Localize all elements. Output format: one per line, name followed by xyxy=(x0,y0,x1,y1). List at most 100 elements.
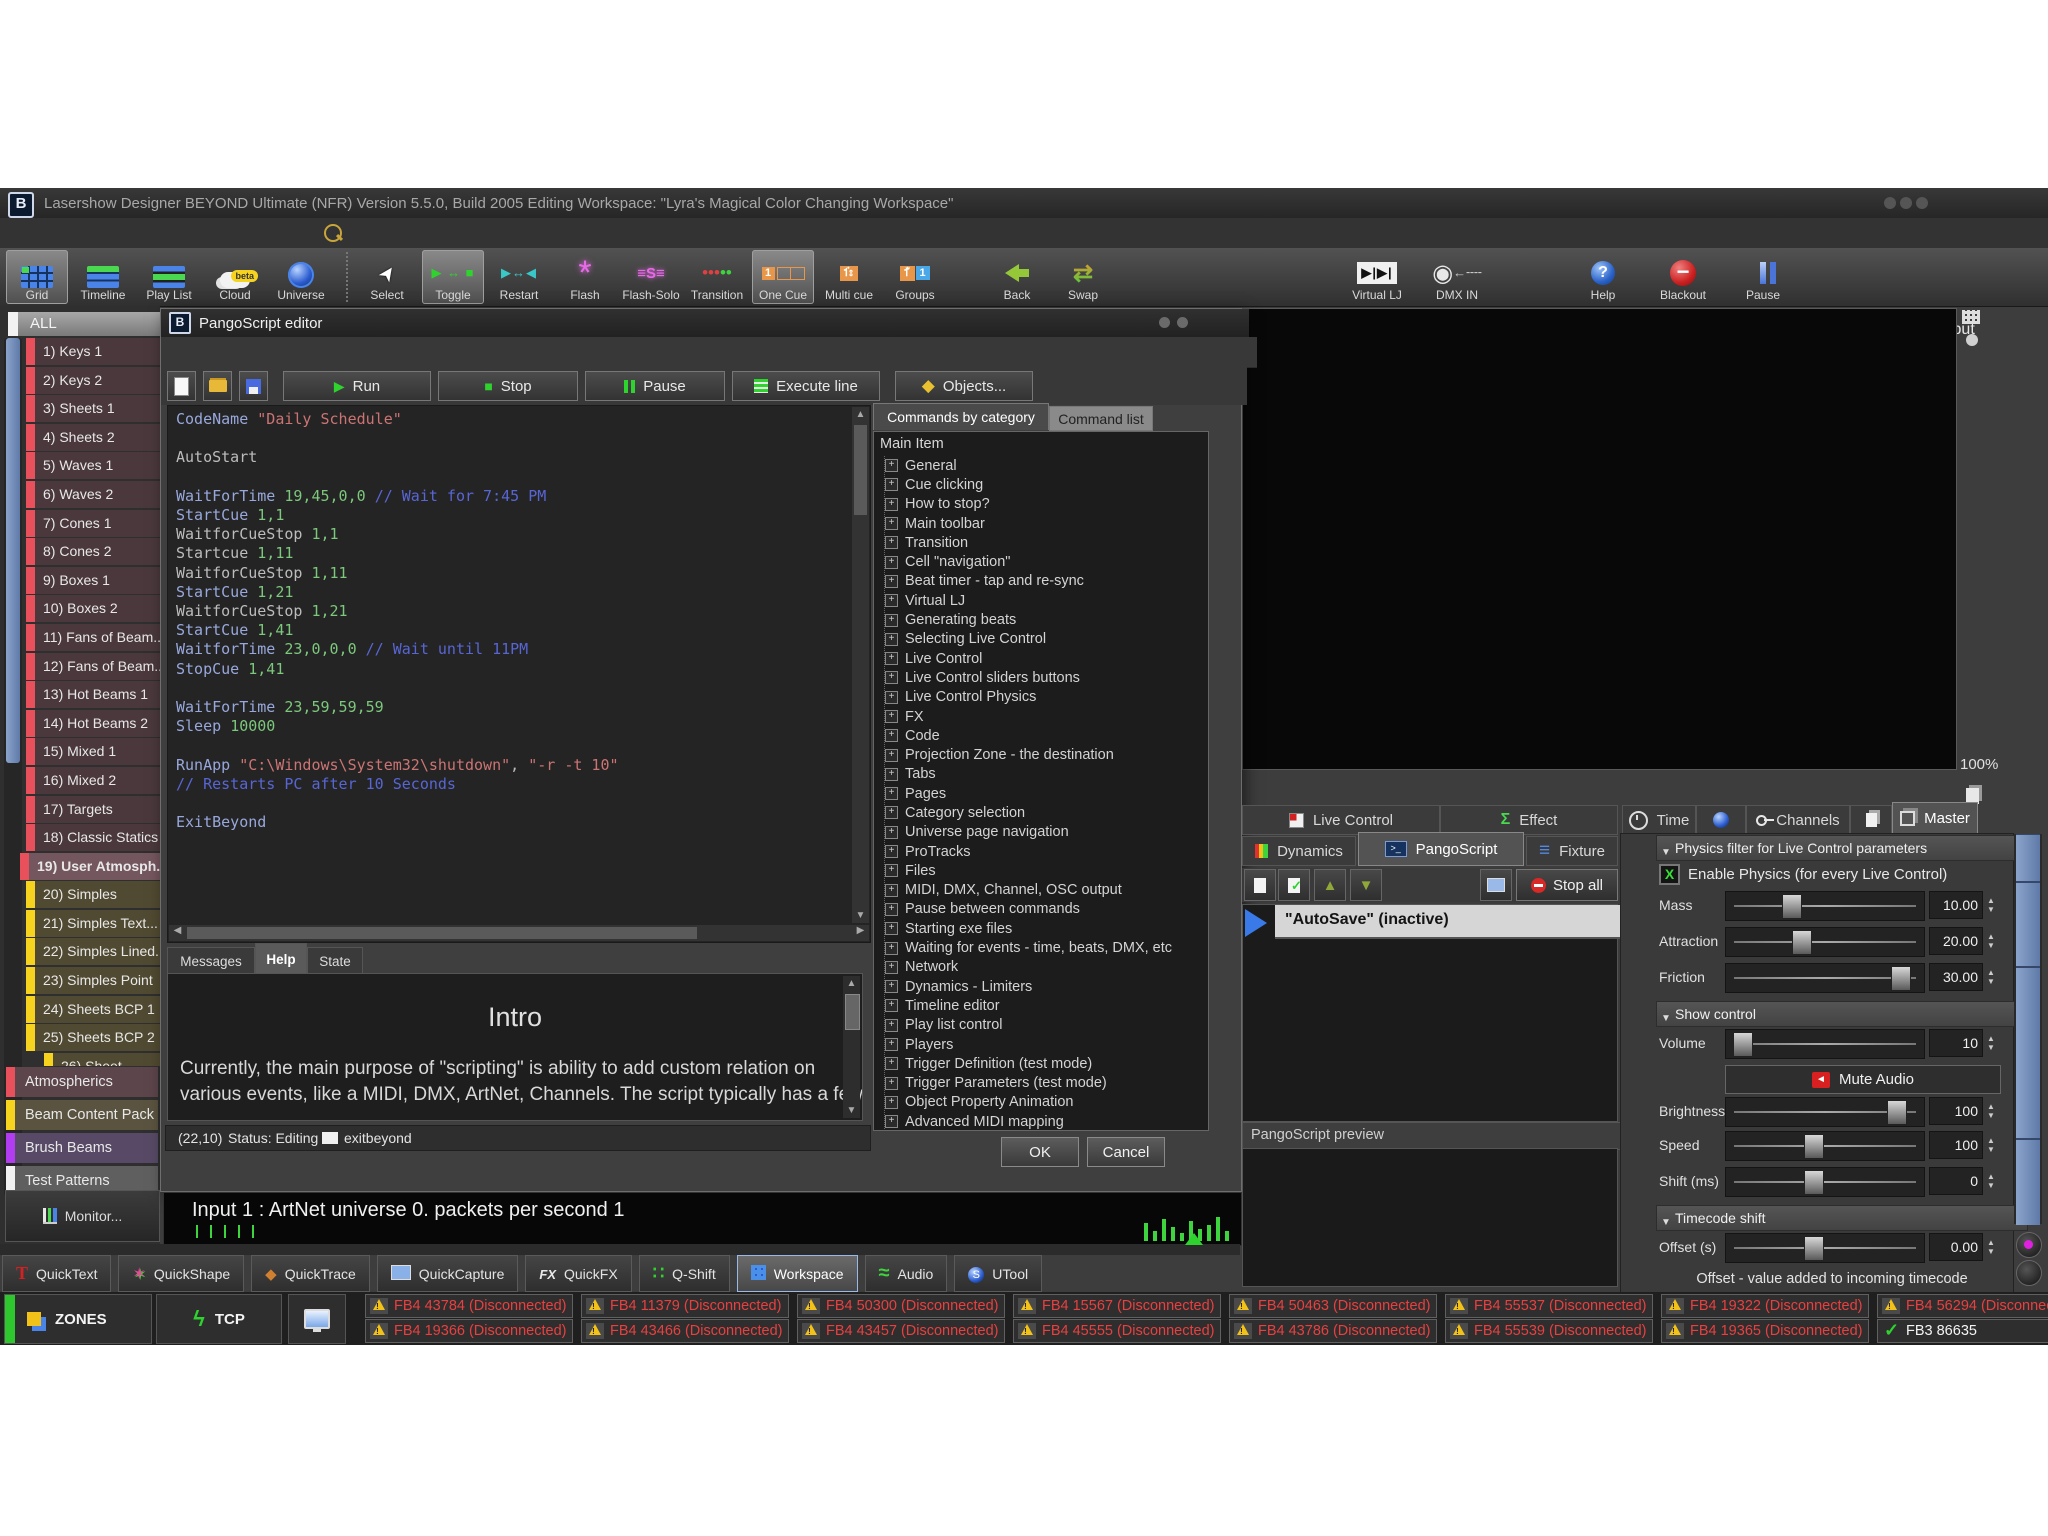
sidebar-cue-item[interactable]: 18) Classic Statics xyxy=(26,824,160,851)
sidebar-cue-item[interactable]: 24) Sheets BCP 1 xyxy=(26,996,160,1023)
sidebar-cue-item[interactable]: 17) Targets xyxy=(26,796,160,823)
bottom-tool-tab[interactable]: QuickShape xyxy=(118,1255,244,1292)
expand-plus-icon[interactable] xyxy=(885,961,898,974)
sidebar-cue-item[interactable]: 5) Waves 1 xyxy=(26,452,160,479)
command-tree-item[interactable]: Starting exe files xyxy=(885,919,1172,938)
command-tree-item[interactable]: Play list control xyxy=(885,1016,1172,1035)
bottom-tool-tab[interactable]: Workspace xyxy=(737,1255,858,1292)
stop-all-button[interactable]: Stop all xyxy=(1516,869,1618,901)
command-tree-item[interactable]: Network xyxy=(885,958,1172,977)
tab-effect[interactable]: Effect xyxy=(1440,805,1618,835)
panel-resize-bar[interactable] xyxy=(0,1244,1240,1255)
expand-plus-icon[interactable] xyxy=(885,845,898,858)
expand-plus-icon[interactable] xyxy=(885,652,898,665)
close-button[interactable] xyxy=(1916,197,1928,209)
maximize-button[interactable] xyxy=(1900,197,1912,209)
objects-button[interactable]: Objects... xyxy=(895,371,1033,401)
fb4-device-cell[interactable]: FB4 43784 (Disconnected) xyxy=(365,1294,573,1318)
tab-state[interactable]: State xyxy=(307,947,363,975)
fb4-device-cell[interactable]: FB4 45555 (Disconnected) xyxy=(1013,1319,1221,1343)
command-tree-item[interactable]: Category selection xyxy=(885,803,1172,822)
expand-plus-icon[interactable] xyxy=(885,806,898,819)
tab-dynamics[interactable]: Dynamics xyxy=(1242,836,1356,866)
sidebar-cue-item[interactable]: 6) Waves 2 xyxy=(26,481,160,508)
preview-grid-icon[interactable] xyxy=(1962,310,1980,324)
play-script-icon[interactable] xyxy=(1245,909,1267,937)
sidebar-group-button[interactable]: Beam Content Pack xyxy=(6,1100,158,1130)
toolbar-button[interactable]: One Cue xyxy=(752,250,814,304)
open-script-button[interactable] xyxy=(203,371,232,401)
volume-slider[interactable] xyxy=(1725,1029,1925,1059)
volume-spinner[interactable] xyxy=(1981,1029,2001,1057)
sidebar-cue-item[interactable]: 2) Keys 2 xyxy=(26,367,160,394)
brightness-spinner[interactable] xyxy=(1981,1097,2001,1125)
sidebar-cue-item[interactable]: 11) Fans of Beam.. xyxy=(26,624,160,651)
fb4-device-cell[interactable]: FB4 19366 (Disconnected) xyxy=(365,1319,573,1343)
toolbar-button[interactable]: Flash-Solo xyxy=(620,250,682,304)
command-tree-item[interactable]: Beat timer - tap and re-sync xyxy=(885,572,1172,591)
expand-plus-icon[interactable] xyxy=(885,575,898,588)
script-slot-autosave[interactable]: "AutoSave" (inactive) xyxy=(1275,905,1625,939)
command-tree-item[interactable]: Code xyxy=(885,726,1172,745)
command-tree-item[interactable]: Pause between commands xyxy=(885,900,1172,919)
network-monitor-button[interactable] xyxy=(288,1294,346,1344)
command-tree-item[interactable]: Dynamics - Limiters xyxy=(885,977,1172,996)
expand-plus-icon[interactable] xyxy=(885,614,898,627)
expand-plus-icon[interactable] xyxy=(885,826,898,839)
toolbar-button[interactable]: Select xyxy=(356,250,418,304)
new-script-slot-button[interactable] xyxy=(1244,869,1276,901)
run-button[interactable]: Run xyxy=(283,371,431,401)
command-tree-item[interactable]: Transition xyxy=(885,533,1172,552)
expand-plus-icon[interactable] xyxy=(885,864,898,877)
command-tree-item[interactable]: Trigger Parameters (test mode) xyxy=(885,1074,1172,1093)
script-code-editor[interactable]: CodeName "Daily Schedule" AutoStart Wait… xyxy=(167,405,871,943)
toolbar-button[interactable]: Swap xyxy=(1052,250,1114,304)
blackout-indicator-button[interactable] xyxy=(2016,1260,2042,1286)
scroll-down-icon[interactable]: ▼ xyxy=(843,1105,860,1116)
sidebar-cue-item[interactable]: 15) Mixed 1 xyxy=(26,738,160,765)
toolbar-button[interactable]: beta Cloud xyxy=(204,250,266,304)
expand-plus-icon[interactable] xyxy=(885,749,898,762)
expand-plus-icon[interactable] xyxy=(885,1115,898,1128)
language-tool-icon[interactable] xyxy=(324,224,342,242)
code-hscroll-thumb[interactable] xyxy=(187,927,697,939)
expand-plus-icon[interactable] xyxy=(885,1019,898,1032)
command-tree-item[interactable]: Timeline editor xyxy=(885,996,1172,1015)
tab-messages[interactable]: Messages xyxy=(167,947,255,975)
command-tree-item[interactable]: Live Control sliders buttons xyxy=(885,668,1172,687)
editor-pin-button[interactable] xyxy=(1159,317,1170,328)
monitor-settings-button[interactable] xyxy=(1480,869,1512,901)
panel-scrollbar[interactable] xyxy=(2014,834,2042,1224)
timecode-shift-header[interactable]: Timecode shift xyxy=(1656,1205,2028,1231)
slider-thumb[interactable] xyxy=(1792,930,1812,955)
command-tree-item[interactable]: Tabs xyxy=(885,765,1172,784)
sidebar-cue-item[interactable]: 12) Fans of Beam.. xyxy=(26,653,160,680)
move-down-button[interactable] xyxy=(1350,869,1382,901)
expand-plus-icon[interactable] xyxy=(885,999,898,1012)
expand-plus-icon[interactable] xyxy=(885,517,898,530)
slider-thumb[interactable] xyxy=(1782,894,1802,919)
fb4-device-cell[interactable]: FB4 50300 (Disconnected) xyxy=(797,1294,1005,1318)
scroll-down-icon[interactable]: ▼ xyxy=(852,910,869,921)
slider-thumb[interactable] xyxy=(1733,1032,1753,1057)
offset-spinner[interactable] xyxy=(1981,1233,2001,1261)
tab-fixture[interactable]: Fixture xyxy=(1526,836,1618,866)
command-category-tree[interactable]: Main Item General Cue clicking How to st… xyxy=(873,431,1209,1131)
scroll-right-icon[interactable]: ▶ xyxy=(852,925,869,936)
sidebar-cue-item[interactable]: 21) Simples Text... xyxy=(26,910,160,937)
toolbar-button[interactable]: Universe xyxy=(270,250,332,304)
speed-slider[interactable] xyxy=(1725,1131,1925,1161)
command-tree-item[interactable]: How to stop? xyxy=(885,495,1172,514)
expand-plus-icon[interactable] xyxy=(885,787,898,800)
shift-slider[interactable] xyxy=(1725,1167,1925,1197)
laser-preview-canvas[interactable] xyxy=(1242,308,1957,770)
command-tree-item[interactable]: Live Control xyxy=(885,649,1172,668)
mass-spinner[interactable] xyxy=(1981,891,2001,919)
execute-line-button[interactable]: Execute line xyxy=(732,371,880,401)
expand-plus-icon[interactable] xyxy=(885,498,898,511)
expand-plus-icon[interactable] xyxy=(885,594,898,607)
expand-plus-icon[interactable] xyxy=(885,556,898,569)
expand-plus-icon[interactable] xyxy=(885,1077,898,1090)
slider-thumb[interactable] xyxy=(1804,1236,1824,1261)
sidebar-cue-item[interactable]: 10) Boxes 2 xyxy=(26,595,160,622)
